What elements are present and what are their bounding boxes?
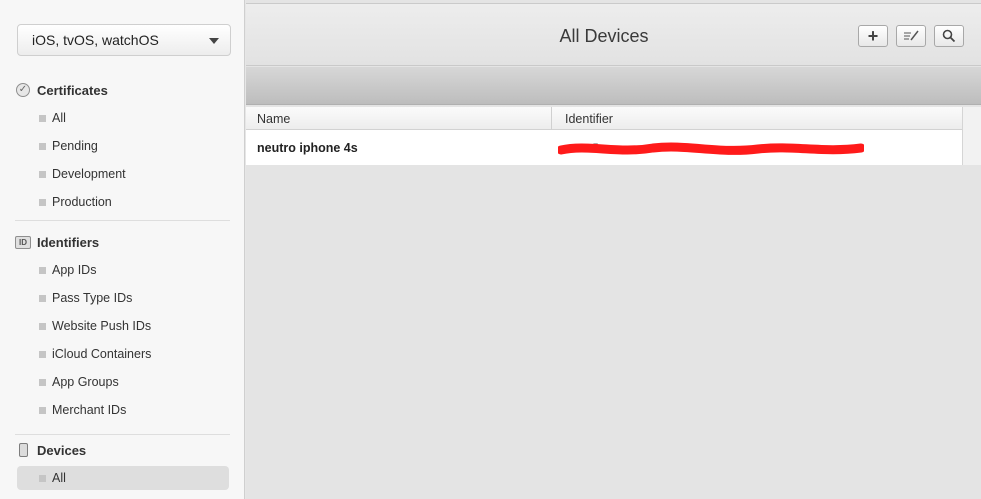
bullet-icon [39, 267, 46, 274]
sidebar-item-website-push-ids[interactable]: Website Push IDs [17, 314, 229, 338]
bullet-icon [39, 351, 46, 358]
edit-icon [904, 30, 919, 41]
sidebar-item-app-ids[interactable]: App IDs [17, 258, 229, 282]
chevron-down-icon [209, 38, 219, 44]
bullet-icon [39, 379, 46, 386]
sidebar-item-label: App IDs [52, 263, 97, 277]
search-icon [942, 29, 956, 43]
sidebar: iOS, tvOS, watchOS ✓ Certificates All Pe… [0, 0, 245, 499]
section-identifiers-title: Identifiers [37, 234, 100, 250]
page-title: All Devices [559, 26, 649, 46]
bullet-icon [39, 323, 46, 330]
platform-select-label: iOS, tvOS, watchOS [32, 32, 159, 48]
sidebar-item-devices-all[interactable]: All [17, 466, 229, 490]
sidebar-item-certificates-development[interactable]: Development [17, 162, 229, 186]
section-identifiers: ID Identifiers [15, 232, 99, 252]
certificate-icon: ✓ [15, 82, 31, 98]
id-icon: ID [15, 234, 31, 250]
sidebar-item-icloud-containers[interactable]: iCloud Containers [17, 342, 229, 366]
toolbar-strip [246, 67, 981, 105]
sidebar-item-label: Production [52, 195, 112, 209]
sidebar-item-label: All [52, 111, 66, 125]
search-button[interactable] [934, 25, 964, 47]
device-name-cell: neutro iphone 4s [257, 141, 358, 155]
table-header: Name Identifier [246, 107, 981, 130]
column-header-identifier[interactable]: Identifier [554, 107, 962, 130]
section-devices: Devices [15, 440, 86, 460]
plus-icon: + [867, 26, 879, 46]
sidebar-item-label: Merchant IDs [52, 403, 127, 417]
header: All Devices + [246, 3, 981, 66]
platform-select[interactable]: iOS, tvOS, watchOS [17, 24, 231, 56]
bullet-icon [39, 475, 46, 482]
section-certificates-title: Certificates [37, 82, 108, 98]
sidebar-item-certificates-all[interactable]: All [17, 106, 229, 130]
sidebar-item-app-groups[interactable]: App Groups [17, 370, 229, 394]
bullet-icon [39, 407, 46, 414]
sidebar-item-pass-type-ids[interactable]: Pass Type IDs [17, 286, 229, 310]
main-content: All Devices + Name Identifier neutro iph… [246, 0, 981, 499]
add-button[interactable]: + [858, 25, 888, 47]
column-divider [551, 107, 552, 130]
sidebar-item-certificates-pending[interactable]: Pending [17, 134, 229, 158]
section-certificates: ✓ Certificates [15, 80, 108, 100]
divider [15, 434, 230, 435]
device-icon [15, 442, 31, 458]
sidebar-item-certificates-production[interactable]: Production [17, 190, 229, 214]
devices-table: Name Identifier neutro iphone 4s ...ooo5… [246, 107, 981, 165]
bullet-icon [39, 171, 46, 178]
bullet-icon [39, 115, 46, 122]
redaction-scribble [558, 142, 864, 155]
sidebar-item-label: Pass Type IDs [52, 291, 133, 305]
sidebar-item-label: All [52, 471, 66, 485]
sidebar-item-label: Pending [52, 139, 98, 153]
sidebar-item-label: Development [52, 167, 126, 181]
sidebar-item-label: Website Push IDs [52, 319, 152, 333]
divider [15, 220, 230, 221]
table-scrollbar[interactable] [962, 107, 981, 165]
sidebar-item-merchant-ids[interactable]: Merchant IDs [17, 398, 229, 422]
edit-button[interactable] [896, 25, 926, 47]
bullet-icon [39, 143, 46, 150]
sidebar-item-label: App Groups [52, 375, 119, 389]
bullet-icon [39, 295, 46, 302]
section-devices-title: Devices [37, 442, 87, 458]
bullet-icon [39, 199, 46, 206]
column-header-name[interactable]: Name [246, 107, 551, 130]
sidebar-item-label: iCloud Containers [52, 347, 152, 361]
